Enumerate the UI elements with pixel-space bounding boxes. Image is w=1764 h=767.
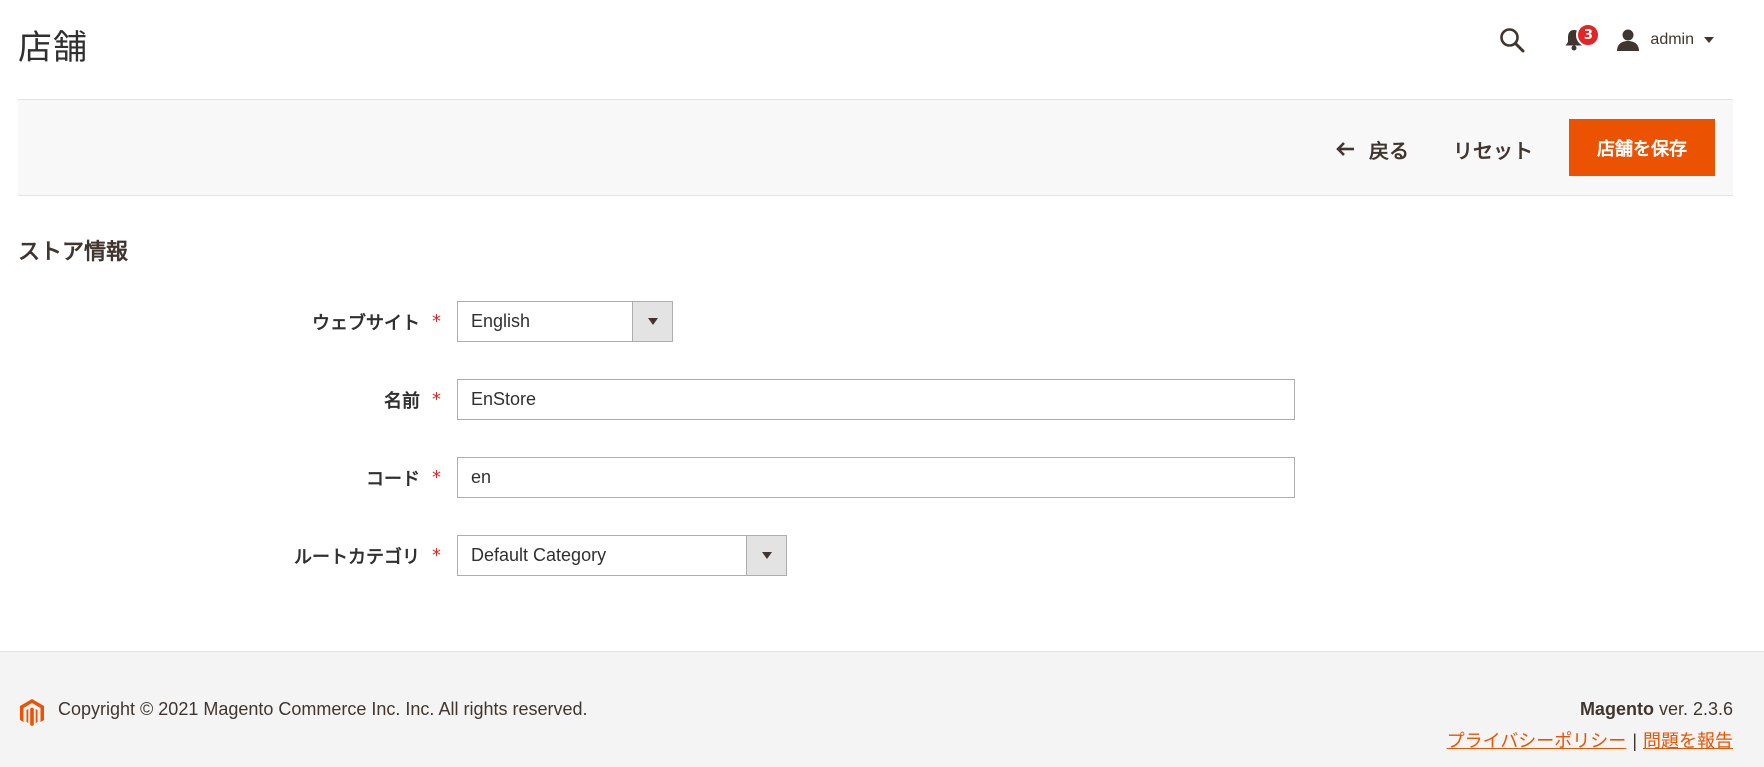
required-marker: * bbox=[432, 545, 441, 566]
link-separator: | bbox=[1632, 731, 1637, 751]
footer-links: プライバシーポリシー | 問題を報告 bbox=[1447, 727, 1733, 753]
code-label: コード bbox=[366, 468, 420, 490]
notification-count-badge: 3 bbox=[1576, 23, 1601, 47]
brand-name: Magento bbox=[1579, 699, 1654, 719]
required-marker: * bbox=[432, 467, 441, 488]
version-number: ver. 2.3.6 bbox=[1653, 699, 1733, 719]
page-actions-bar: 戻る リセット 店舗を保存 bbox=[18, 99, 1733, 196]
code-input[interactable]: en bbox=[457, 457, 1295, 498]
form-row-code: コード * en bbox=[0, 457, 1764, 498]
dropdown-arrow-icon bbox=[746, 536, 786, 575]
name-label: 名前 bbox=[384, 390, 420, 412]
form-row-website: ウェブサイト * English bbox=[0, 301, 1764, 342]
privacy-policy-link[interactable]: プライバシーポリシー bbox=[1447, 731, 1627, 751]
form-row-name: 名前 * EnStore bbox=[0, 379, 1764, 420]
header-actions: 3 admin bbox=[1492, 20, 1714, 60]
form-row-root-category: ルートカテゴリ * Default Category bbox=[0, 535, 1764, 576]
section-title: ストア情報 bbox=[18, 240, 129, 265]
user-name: admin bbox=[1650, 31, 1694, 48]
copyright-text: Copyright © 2021 Magento Commerce Inc. I… bbox=[58, 699, 588, 719]
search-icon bbox=[1500, 28, 1525, 53]
notifications-button[interactable]: 3 bbox=[1554, 20, 1601, 60]
dropdown-arrow-icon bbox=[632, 302, 672, 341]
website-select-value: English bbox=[471, 311, 531, 331]
page-title: 店舗 bbox=[18, 28, 88, 68]
report-issue-link[interactable]: 問題を報告 bbox=[1643, 731, 1733, 751]
footer: Copyright © 2021 Magento Commerce Inc. I… bbox=[0, 651, 1764, 767]
user-icon bbox=[1617, 29, 1640, 51]
magento-logo-icon bbox=[20, 699, 44, 726]
website-select[interactable]: English bbox=[457, 301, 673, 342]
website-label: ウェブサイト bbox=[312, 312, 420, 334]
arrow-left-icon bbox=[1336, 142, 1354, 156]
chevron-down-icon bbox=[1704, 37, 1714, 43]
version-info: Magento ver. 2.3.6 bbox=[1580, 699, 1733, 720]
save-store-button[interactable]: 店舗を保存 bbox=[1569, 119, 1715, 176]
user-menu[interactable]: admin bbox=[1616, 29, 1714, 51]
name-input[interactable]: EnStore bbox=[457, 379, 1295, 420]
reset-button[interactable]: リセット bbox=[1453, 121, 1533, 177]
root-category-label: ルートカテゴリ bbox=[294, 546, 420, 568]
root-category-select-value: Default Category bbox=[471, 545, 607, 565]
required-marker: * bbox=[432, 389, 441, 410]
root-category-select[interactable]: Default Category bbox=[457, 535, 787, 576]
back-button[interactable]: 戻る bbox=[1335, 121, 1409, 177]
search-button[interactable] bbox=[1492, 20, 1532, 60]
back-label: 戻る bbox=[1369, 138, 1409, 163]
required-marker: * bbox=[432, 311, 441, 332]
